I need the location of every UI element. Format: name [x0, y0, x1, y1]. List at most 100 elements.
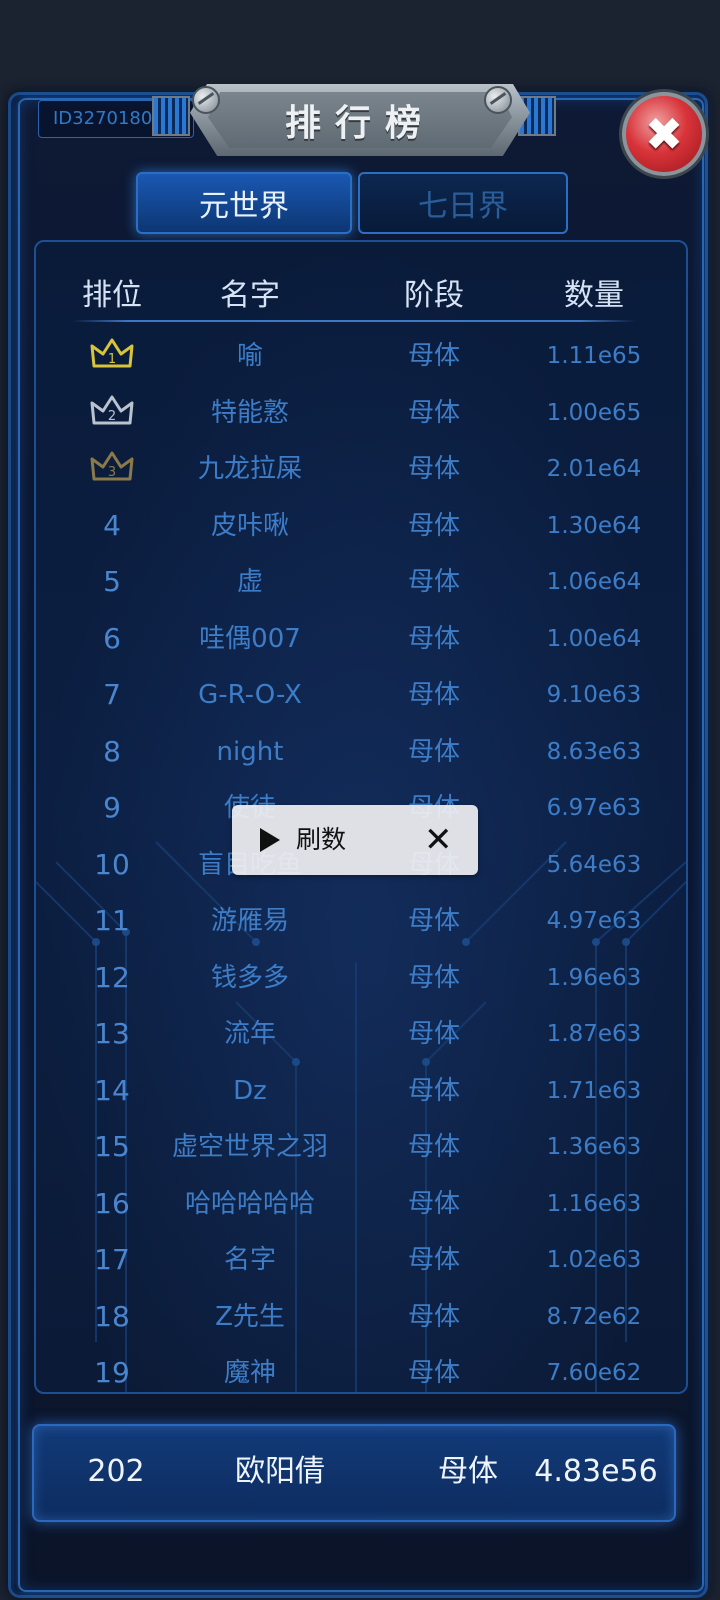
quantity-cell: 1.11e65: [546, 343, 642, 369]
quantity-cell: 7.60e62: [546, 1360, 642, 1384]
table-row[interactable]: 13 流年 母体 1.87e63: [0, 1014, 720, 1054]
title-plate-inner: 排行榜: [208, 92, 512, 148]
table-row[interactable]: 15 虚空世界之羽 母体 1.36e63: [0, 1127, 720, 1167]
title-left-wing: [152, 96, 190, 136]
stage-cell: 母体: [407, 1188, 461, 1219]
bolt-icon: [192, 86, 220, 114]
column-header-quantity: 数量: [564, 278, 624, 313]
table-row[interactable]: 14 Dz 母体 1.71e63: [0, 1071, 720, 1111]
name-cell: 九龙拉屎: [197, 454, 303, 484]
rank-cell: 18: [94, 1299, 130, 1333]
play-icon[interactable]: [260, 828, 280, 852]
name-cell: 虚空世界之羽: [171, 1132, 329, 1162]
stage-cell: 母体: [407, 454, 461, 484]
name-cell: 虚: [236, 567, 264, 597]
quantity-cell: 5.64e63: [546, 851, 642, 878]
rank-cell: 17: [94, 1243, 130, 1276]
close-button[interactable]: ✖: [622, 92, 706, 176]
table-header: 排位 名字 阶段 数量: [0, 270, 720, 316]
table-row[interactable]: 7 G-R-O-X 母体 9.10e63: [0, 675, 720, 715]
quantity-cell: 1.00e64: [546, 625, 642, 652]
quantity-cell: 8.72e62: [546, 1303, 642, 1330]
crown-rank-number: 1: [108, 352, 116, 367]
name-cell: Dz: [233, 1075, 267, 1106]
quantity-cell: 1.30e64: [546, 512, 642, 539]
column-header-name: 名字: [220, 278, 280, 313]
quantity-cell: 1.71e63: [546, 1077, 642, 1104]
name-cell: Z先生: [215, 1301, 285, 1332]
name-cell: 喻: [236, 341, 264, 371]
name-cell: 特能憝: [210, 397, 290, 428]
quantity-cell: 1.36e63: [546, 1134, 642, 1160]
rank-cell: 13: [94, 1017, 130, 1050]
rank-cell: 7: [103, 678, 121, 711]
gold-crown-icon: 1: [90, 336, 134, 372]
my-name: 欧阳倩: [235, 1454, 325, 1489]
table-row[interactable]: 12 钱多多 母体 1.96e63: [0, 958, 720, 998]
table-row[interactable]: 4 皮咔啾 母体 1.30e64: [0, 506, 720, 546]
tab-seven-day-world[interactable]: 七日界: [358, 172, 568, 234]
page-title: 排行榜: [284, 103, 435, 144]
stage-cell: 母体: [407, 567, 461, 597]
name-cell: night: [216, 736, 284, 767]
column-header-rank: 排位: [82, 278, 142, 313]
tab-yuan-world[interactable]: 元世界: [136, 172, 352, 234]
silver-crown-icon: 2: [90, 393, 134, 429]
stage-cell: 母体: [407, 341, 461, 371]
stage-cell: 母体: [407, 1019, 461, 1049]
quantity-cell: 4.97e63: [546, 908, 642, 934]
column-header-stage: 阶段: [404, 278, 464, 313]
refresh-count-overlay: 刷数 ✕: [232, 805, 478, 875]
rank-cell: 10: [94, 847, 130, 881]
table-row[interactable]: 16 哈哈哈哈哈 母体 1.16e63: [0, 1184, 720, 1224]
stage-cell: 母体: [407, 906, 461, 936]
stage-cell: 母体: [407, 397, 461, 428]
stage-cell: 母体: [407, 1301, 461, 1332]
rank-cell: 5: [103, 565, 121, 598]
name-cell: G-R-O-X: [198, 680, 302, 710]
quantity-cell: 9.10e63: [546, 682, 642, 708]
rank-cell: 19: [94, 1356, 130, 1384]
table-row[interactable]: 11 游雁易 母体 4.97e63: [0, 901, 720, 941]
quantity-cell: 6.97e63: [546, 795, 642, 821]
table-row[interactable]: 6 哇偶007 母体 1.00e64: [0, 619, 720, 659]
close-icon: ✖: [644, 107, 684, 161]
quantity-cell: 1.06e64: [546, 569, 642, 595]
table-row[interactable]: 3 九龙拉屎 母体 2.01e64: [0, 449, 720, 489]
stage-cell: 母体: [407, 962, 461, 993]
quantity-cell: 2.01e64: [546, 456, 642, 482]
table-row[interactable]: 5 虚 母体 1.06e64: [0, 562, 720, 602]
crown-rank-number: 3: [108, 465, 116, 480]
stage-cell: 母体: [407, 623, 461, 654]
quantity-cell: 1.16e63: [546, 1190, 642, 1217]
my-stage: 母体: [438, 1454, 498, 1489]
table-row[interactable]: 18 Z先生 母体 8.72e62: [0, 1297, 720, 1337]
table-row[interactable]: 1 喻 母体 1.11e65: [0, 336, 720, 376]
rank-cell: 8: [103, 734, 121, 768]
crown-rank-number: 2: [108, 409, 116, 424]
table-row[interactable]: 19 魔神 母体 7.60e62: [0, 1353, 720, 1384]
my-rank-row: 202 欧阳倩 母体 4.83e56: [0, 1450, 720, 1494]
name-cell: 哈哈哈哈哈: [184, 1188, 316, 1219]
stage-cell: 母体: [407, 1245, 461, 1275]
name-cell: 哇偶007: [199, 623, 301, 654]
quantity-cell: 1.87e63: [546, 1021, 642, 1047]
rank-cell: 9: [103, 791, 121, 824]
table-row[interactable]: 8 night 母体 8.63e63: [0, 732, 720, 772]
my-rank: 202: [87, 1454, 145, 1489]
stage-cell: 母体: [407, 1358, 461, 1384]
table-row[interactable]: 17 名字 母体 1.02e63: [0, 1240, 720, 1280]
rank-cell: 6: [103, 621, 121, 655]
stage-cell: 母体: [407, 510, 461, 541]
name-cell: 钱多多: [210, 962, 290, 993]
name-cell: 魔神: [223, 1358, 277, 1384]
header-divider: [72, 320, 636, 322]
name-cell: 游雁易: [210, 906, 290, 936]
name-cell: 流年: [223, 1019, 277, 1049]
close-icon[interactable]: ✕: [424, 821, 453, 859]
name-cell: 皮咔啾: [210, 510, 290, 541]
table-row[interactable]: 2 特能憝 母体 1.00e65: [0, 393, 720, 433]
bolt-icon: [484, 86, 512, 114]
rank-cell: 4: [103, 508, 121, 542]
rank-cell: 16: [94, 1186, 130, 1220]
